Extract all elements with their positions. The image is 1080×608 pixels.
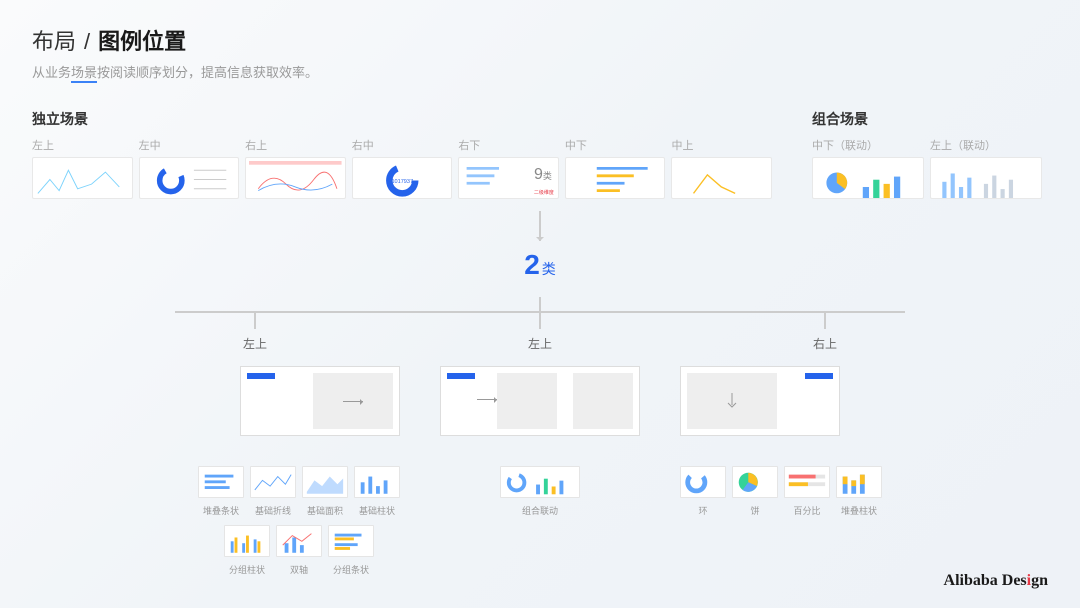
mini-chart xyxy=(224,525,270,557)
chart-thumbnail xyxy=(32,157,133,199)
mini-label: 堆叠条状 xyxy=(198,504,244,517)
chart-thumbnail xyxy=(565,157,666,199)
arrow-down-icon xyxy=(722,391,742,411)
chart-thumbnail xyxy=(930,157,1042,199)
mini-chart xyxy=(302,466,348,498)
thumbnails-independent: 1017937 9类 二级维度 xyxy=(32,157,772,199)
bottom-chart-groups: 堆叠条状 基础折线 基础面积 基础柱状 分组柱状 双轴 分组条状 组合联 xyxy=(32,466,1048,584)
mini-label: 组合联动 xyxy=(500,504,580,517)
mini-chart xyxy=(732,466,778,498)
wireframe-left-top-1 xyxy=(240,366,400,436)
subtitle: 从业务场景按阅读顺序划分，提高信息获取效率。 xyxy=(32,62,1048,81)
header: 布局 / 图例位置 从业务场景按阅读顺序划分，提高信息获取效率。 xyxy=(32,24,1048,81)
chart-group-1: 堆叠条状 基础折线 基础面积 基础柱状 分组柱状 双轴 分组条状 xyxy=(198,466,400,584)
mini-label: 基础柱状 xyxy=(354,504,400,517)
independent-section: 独立场景 左上 左中 右上 右中 右下 中下 中上 1017937 9类 二级维… xyxy=(32,109,772,199)
wireframe-left-top-2 xyxy=(440,366,640,436)
pos-label: 右上 xyxy=(245,137,346,153)
arrow-right-icon xyxy=(477,399,497,400)
chart-thumbnail xyxy=(671,157,772,199)
branch-label: 左上 xyxy=(460,335,620,352)
mini-chart xyxy=(784,466,830,498)
pos-label: 左中 xyxy=(139,137,240,153)
mini-label: 堆叠柱状 xyxy=(836,504,882,517)
mini-chart xyxy=(328,525,374,557)
category-count: 2类 xyxy=(32,249,1048,281)
mini-chart xyxy=(354,466,400,498)
chart-group-2: 组合联动 xyxy=(500,466,580,584)
tree-horizontal-line xyxy=(175,311,905,313)
pos-label: 中上 xyxy=(671,137,772,153)
pos-label: 中下 xyxy=(565,137,666,153)
mini-label: 百分比 xyxy=(784,504,830,517)
wireframes-row xyxy=(32,366,1048,436)
mini-chart xyxy=(836,466,882,498)
branch-label: 右上 xyxy=(745,335,905,352)
arrow-down-icon xyxy=(539,211,541,241)
section-title-independent: 独立场景 xyxy=(32,109,772,129)
pos-label: 左上 xyxy=(32,137,133,153)
mini-label: 分组柱状 xyxy=(224,563,270,576)
brand-logo: Alibaba Design xyxy=(944,572,1048,590)
pos-label: 右下 xyxy=(458,137,559,153)
chart-thumbnail xyxy=(812,157,924,199)
section-title-combined: 组合场景 xyxy=(812,109,1042,129)
page-title: 布局 / 图例位置 xyxy=(32,24,1048,56)
mini-label: 双轴 xyxy=(276,563,322,576)
mini-chart xyxy=(500,466,580,498)
pos-label: 右中 xyxy=(352,137,453,153)
pos-label: 中下（联动） xyxy=(812,137,924,153)
chart-thumbnail xyxy=(139,157,240,199)
wireframe-right-top xyxy=(680,366,840,436)
title-separator: / xyxy=(84,29,90,55)
mini-chart xyxy=(250,466,296,498)
tree-branches: 左上 左上 右上 xyxy=(175,313,905,352)
combined-section: 组合场景 中下（联动） 左上（联动） xyxy=(812,109,1042,199)
mini-chart xyxy=(198,466,244,498)
mini-chart xyxy=(680,466,726,498)
pos-label: 左上（联动） xyxy=(930,137,1042,153)
mini-label: 饼 xyxy=(732,504,778,517)
mini-label: 基础面积 xyxy=(302,504,348,517)
mini-label: 环 xyxy=(680,504,726,517)
thumbnails-combined xyxy=(812,157,1042,199)
title-main: 图例位置 xyxy=(98,24,186,56)
mini-chart xyxy=(276,525,322,557)
svg-text:1017937: 1017937 xyxy=(391,179,413,185)
arrow-right-icon xyxy=(343,401,363,402)
mini-label: 基础折线 xyxy=(250,504,296,517)
chart-thumbnail: 9类 二级维度 xyxy=(458,157,559,199)
chart-thumbnail: 1017937 xyxy=(352,157,453,199)
chart-thumbnail xyxy=(245,157,346,199)
tree-stem xyxy=(539,297,541,311)
chart-group-3: 环 饼 百分比 堆叠柱状 xyxy=(680,466,882,584)
mini-label: 分组条状 xyxy=(328,563,374,576)
title-prefix: 布局 xyxy=(32,24,76,56)
branch-label: 左上 xyxy=(175,335,335,352)
